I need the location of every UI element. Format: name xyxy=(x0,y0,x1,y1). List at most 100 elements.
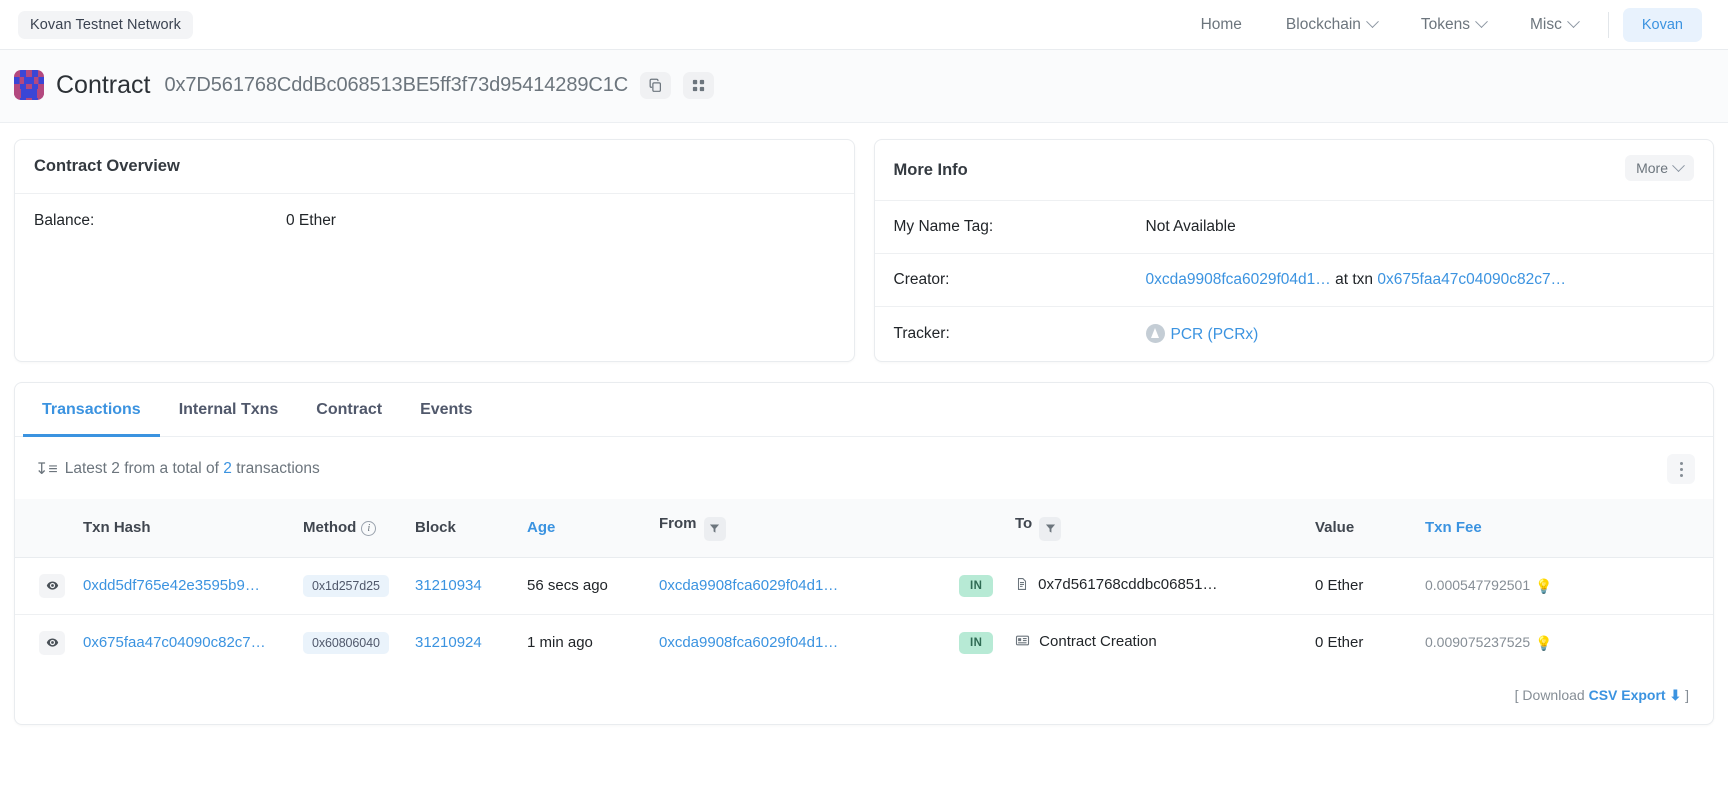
txn-hash-cell: 0x675faa47c04090c82c7… xyxy=(77,613,297,671)
from-address-link[interactable]: 0xcda9908fca6029f04d1… xyxy=(659,634,838,651)
summary-total-count[interactable]: 2 xyxy=(223,460,232,477)
col-age[interactable]: Age xyxy=(521,499,653,557)
nav-item-label: Blockchain xyxy=(1285,15,1361,33)
contract-page-header: Contract 0x7D561768CddBc068513BE5ff3f73d… xyxy=(0,50,1728,123)
col-value: Value xyxy=(1315,519,1355,537)
creator-txn-link[interactable]: 0x675faa47c04090c82c7… xyxy=(1377,271,1566,288)
overview-cards-row: Contract Overview Balance: 0 Ether More … xyxy=(0,123,1728,362)
more-info-card: More Info More My Name Tag: Not Availabl… xyxy=(873,139,1714,362)
nav-item-home[interactable]: Home xyxy=(1179,8,1264,42)
to-cell: Contract Creation xyxy=(1009,613,1309,671)
filter-icon[interactable] xyxy=(703,516,726,541)
age-cell: 56 secs ago xyxy=(521,556,653,614)
col-txn-fee[interactable]: Txn Fee xyxy=(1419,499,1713,557)
tracker-value: PCR (PCRx) xyxy=(1145,324,1259,344)
from-address-link[interactable]: 0xcda9908fca6029f04d1… xyxy=(659,577,838,594)
qr-code-icon[interactable] xyxy=(683,71,715,99)
nav-item-tokens[interactable]: Tokens xyxy=(1399,8,1508,42)
txn-hash-link[interactable]: 0xdd5df765e42e3595b9… xyxy=(83,577,260,594)
balance-row: Balance: 0 Ether xyxy=(15,194,854,248)
info-icon[interactable]: i xyxy=(361,521,377,537)
table-header: Txn Hash Method i Block Age From To Valu… xyxy=(15,499,1713,557)
to-address-text: Contract Creation xyxy=(1039,633,1157,650)
tracker-row: Tracker: PCR (PCRx) xyxy=(874,306,1713,361)
txn-fee-cell: 0.009075237525 💡 xyxy=(1419,613,1713,671)
creator-row: Creator: 0xcda9908fca6029f04d1… at txn 0… xyxy=(874,253,1713,306)
col-preview xyxy=(15,499,77,557)
table-options-menu[interactable] xyxy=(1667,454,1695,484)
chevron-down-icon xyxy=(1366,15,1379,29)
copy-icon[interactable] xyxy=(640,71,672,99)
col-to-label: To xyxy=(1015,515,1033,532)
tracker-label: Tracker: xyxy=(893,325,950,342)
chevron-down-icon xyxy=(1475,15,1488,29)
col-method-label: Method xyxy=(303,519,357,537)
nav-item-label: Tokens xyxy=(1420,15,1471,33)
nav-item-misc[interactable]: Misc xyxy=(1508,8,1600,42)
col-txn-hash: Txn Hash xyxy=(83,519,151,537)
contract-address: 0x7D561768CddBc068513BE5ff3f73d95414289C… xyxy=(164,73,629,96)
more-dropdown-button[interactable]: More xyxy=(1625,155,1694,181)
name-tag-value: Not Available xyxy=(1145,218,1236,235)
method-cell: 0x1d257d25 xyxy=(297,556,409,614)
from-cell: 0xcda9908fca6029f04d1… xyxy=(653,556,953,614)
contract-file-icon xyxy=(1015,578,1033,595)
block-link[interactable]: 31210934 xyxy=(415,577,482,594)
method-badge[interactable]: 0x1d257d25 xyxy=(303,574,389,597)
table-row: 0x675faa47c04090c82c7… 0x60806040 312109… xyxy=(15,613,1713,671)
name-tag-row: My Name Tag: Not Available xyxy=(875,201,1714,253)
col-from: From xyxy=(653,499,953,557)
network-pill: Kovan Testnet Network xyxy=(18,10,193,39)
method-cell: 0x60806040 xyxy=(297,613,409,671)
col-block: Block xyxy=(415,519,456,537)
panel-tabs: Transactions Internal Txns Contract Even… xyxy=(15,383,1713,437)
contract-overview-title: Contract Overview xyxy=(15,140,854,194)
network-switch-button[interactable]: Kovan xyxy=(1622,7,1702,42)
top-navigation-bar: Kovan Testnet Network Home Blockchain To… xyxy=(0,0,1728,50)
sort-descending-icon[interactable]: ↧≡ xyxy=(35,459,58,479)
col-method: Method i xyxy=(297,499,409,557)
more-info-body: My Name Tag: Not Available Creator: 0xcd… xyxy=(874,201,1714,361)
preview-cell xyxy=(15,613,77,671)
footer-close-bracket: ] xyxy=(1681,686,1689,703)
tab-events[interactable]: Events xyxy=(401,383,491,437)
csv-export-footer: [ Download CSV Export ⬇ ] xyxy=(15,671,1713,724)
nav-divider xyxy=(1607,11,1609,38)
creator-address-link[interactable]: 0xcda9908fca6029f04d1… xyxy=(1146,271,1331,288)
tab-internal-txns[interactable]: Internal Txns xyxy=(160,383,298,437)
name-tag-label: My Name Tag: xyxy=(893,218,994,235)
value-cell: 0 Ether xyxy=(1309,556,1419,614)
block-cell: 31210924 xyxy=(409,613,521,671)
col-from-label: From xyxy=(659,515,697,532)
nav-item-blockchain[interactable]: Blockchain xyxy=(1264,8,1399,42)
creator-value: 0xcda9908fca6029f04d1… at txn 0x675faa47… xyxy=(1146,271,1567,289)
block-link[interactable]: 31210924 xyxy=(415,634,482,651)
balance-value: 0 Ether xyxy=(286,212,336,229)
balance-label: Balance: xyxy=(34,212,95,229)
tab-contract[interactable]: Contract xyxy=(297,383,401,437)
age-cell: 1 min ago xyxy=(521,613,653,671)
chevron-down-icon xyxy=(1567,15,1580,29)
transactions-table: Txn Hash Method i Block Age From To Valu… xyxy=(15,499,1713,671)
filter-icon[interactable] xyxy=(1039,516,1062,541)
creator-separator: at txn xyxy=(1330,271,1378,288)
direction-cell: IN xyxy=(953,556,1009,614)
token-icon xyxy=(1145,324,1165,343)
eye-icon[interactable] xyxy=(39,573,65,598)
nav-item-label: Misc xyxy=(1530,15,1562,33)
method-badge[interactable]: 0x60806040 xyxy=(303,631,389,654)
gas-bulb-icon: 💡 xyxy=(1535,577,1553,594)
creator-label: Creator: xyxy=(893,271,950,288)
csv-export-link[interactable]: CSV Export xyxy=(1589,687,1666,703)
block-cell: 31210934 xyxy=(409,556,521,614)
tracker-link[interactable]: PCR (PCRx) xyxy=(1171,326,1259,343)
contract-identicon xyxy=(14,70,44,100)
txn-fee-cell: 0.000547792501 💡 xyxy=(1419,556,1713,614)
table-body: 0xdd5df765e42e3595b9… 0x1d257d25 3121093… xyxy=(15,556,1713,671)
eye-icon[interactable] xyxy=(39,630,65,655)
contract-overview-card: Contract Overview Balance: 0 Ether xyxy=(14,139,855,362)
contract-creation-icon xyxy=(1015,635,1034,652)
txn-hash-link[interactable]: 0x675faa47c04090c82c7… xyxy=(83,634,266,651)
tab-transactions[interactable]: Transactions xyxy=(23,383,160,437)
download-icon[interactable]: ⬇ xyxy=(1666,687,1681,703)
